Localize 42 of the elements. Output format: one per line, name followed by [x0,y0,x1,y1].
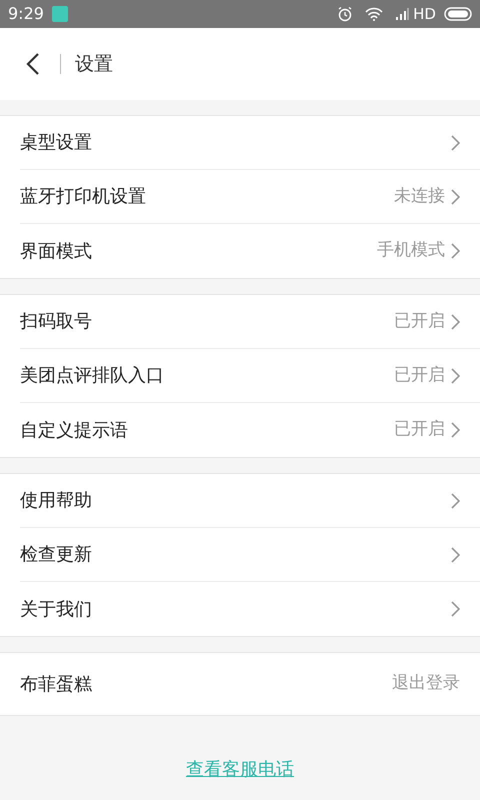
chevron-right-icon [451,601,460,617]
settings-row[interactable]: 使用帮助 [20,474,480,528]
chevron-right-icon [451,368,460,384]
app-notification-icon [52,6,68,22]
settings-row[interactable]: 检查更新 [20,528,480,582]
status-time: 9:29 [8,3,44,25]
row-label: 关于我们 [20,598,93,622]
page-title: 设置 [75,52,113,77]
row-value: 已开启 [394,364,445,387]
row-label: 界面模式 [20,240,93,264]
row-label: 桌型设置 [20,131,93,155]
chevron-right-icon [451,314,460,330]
settings-row[interactable]: 桌型设置 [20,116,480,170]
signal-icon [395,8,410,20]
row-value: 已开启 [394,310,445,333]
settings-row[interactable]: 蓝牙打印机设置 未连接 [20,170,480,224]
wifi-icon [365,7,384,21]
settings-row[interactable]: 美团点评排队入口 已开启 [20,349,480,403]
chevron-right-icon [451,422,460,438]
row-label: 检查更新 [20,543,93,567]
settings-row[interactable]: 关于我们 [20,582,480,636]
account-name: 布菲蛋糕 [20,672,93,696]
back-icon[interactable] [26,53,40,75]
row-label: 使用帮助 [20,489,93,513]
chevron-right-icon [451,492,460,508]
settings-row[interactable]: 自定义提示语 已开启 [20,403,480,457]
alarm-icon [337,6,354,22]
settings-row[interactable]: 界面模式 手机模式 [20,224,480,278]
chevron-right-icon [451,134,460,150]
chevron-right-icon [451,243,460,259]
row-label: 扫码取号 [20,310,93,334]
chevron-right-icon [451,546,460,562]
row-value: 未连接 [394,184,445,208]
row-label: 美团点评排队入口 [20,364,165,388]
chevron-right-icon [451,188,460,204]
row-label: 蓝牙打印机设置 [20,185,147,209]
row-label: 自定义提示语 [20,418,129,442]
settings-row[interactable]: 扫码取号 已开启 [20,295,480,349]
row-value: 手机模式 [377,239,445,262]
network-type: HD [413,4,436,25]
row-value: 已开启 [394,418,445,442]
battery-icon [444,7,472,21]
